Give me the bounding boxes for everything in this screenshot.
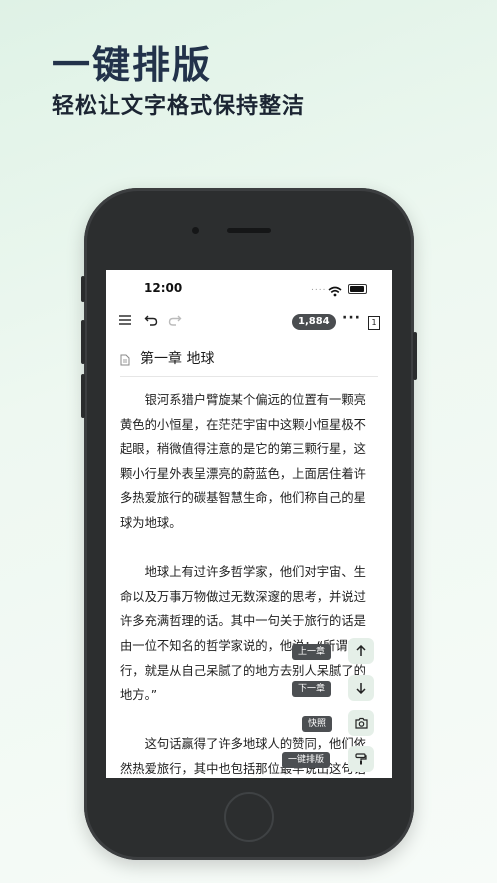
phone-screen: 12:00 .... 1,884 ··· 1 第一章 地球 银河系猎户臂旋某个偏… — [106, 270, 392, 778]
power-button — [413, 332, 417, 380]
signal-dots: .... — [311, 283, 327, 293]
editor-toolbar: 1,884 ··· 1 — [106, 310, 392, 334]
menu-icon[interactable] — [118, 312, 132, 331]
mute-switch — [81, 276, 85, 302]
next-chapter-tip: 下一章 — [292, 681, 332, 697]
word-count-badge[interactable]: 1,884 — [292, 314, 336, 330]
snapshot-tip: 快照 — [302, 716, 333, 732]
battery-icon — [348, 284, 367, 294]
arrow-up-icon — [355, 642, 367, 661]
status-time: 12:00 — [144, 281, 183, 295]
one-click-format-button[interactable] — [348, 746, 374, 772]
volume-up-button — [81, 320, 85, 364]
paint-roller-icon — [355, 750, 367, 769]
more-icon[interactable]: ··· — [342, 310, 361, 326]
snapshot-button[interactable] — [348, 710, 374, 736]
chapter-content[interactable]: 银河系猎户臂旋某个偏远的位置有一颗亮黄色的小恒星，在茫茫宇宙中这颗小恒星极不起眼… — [120, 388, 376, 778]
undo-icon[interactable] — [144, 312, 158, 331]
chapter-title[interactable]: 第一章 地球 — [140, 348, 214, 368]
content-paragraph: 银河系猎户臂旋某个偏远的位置有一颗亮黄色的小恒星，在茫茫宇宙中这颗小恒星极不起眼… — [120, 393, 366, 530]
wifi-icon — [328, 282, 342, 301]
content-paragraph: 地球上有过许多哲学家，他们对宇宙、生命以及万事万物做过无数深邃的思考，并说过许多… — [120, 565, 366, 703]
home-button[interactable] — [224, 792, 274, 842]
prev-chapter-tip: 上一章 — [292, 644, 332, 660]
next-chapter-button[interactable] — [348, 675, 374, 701]
prev-chapter-button[interactable] — [348, 638, 374, 664]
promo-subline: 轻松让文字格式保持整洁 — [52, 94, 306, 119]
redo-icon[interactable] — [168, 312, 182, 331]
arrow-down-icon — [355, 679, 367, 698]
promo-headline: 一键排版 — [52, 43, 213, 87]
front-camera — [192, 227, 199, 234]
volume-down-button — [81, 374, 85, 418]
format-tip: 一键排版 — [282, 752, 331, 768]
phone-mockup: 12:00 .... 1,884 ··· 1 第一章 地球 银河系猎户臂旋某个偏… — [81, 188, 417, 860]
status-bar: 12:00 .... — [106, 270, 392, 306]
chapter-header: 第一章 地球 — [106, 340, 392, 376]
page-indicator[interactable]: 1 — [368, 316, 380, 330]
content-paragraph: 这句话赢得了许多地球人的赞同，他们依然热爱旅行，其中也包括那位最早说出这句话的哲… — [120, 737, 366, 776]
earpiece-speaker — [227, 228, 271, 233]
camera-icon — [354, 714, 368, 733]
document-icon — [120, 351, 130, 370]
chapter-divider — [120, 376, 378, 377]
